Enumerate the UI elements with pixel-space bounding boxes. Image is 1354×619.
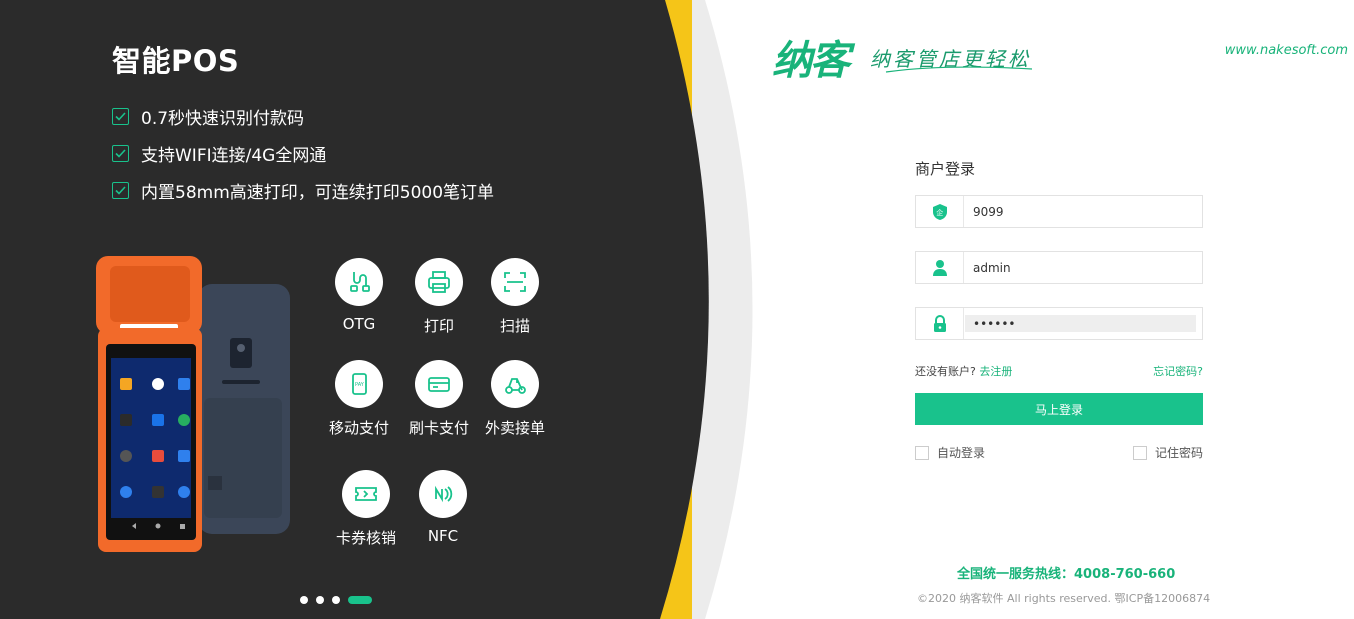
username-field <box>915 251 1203 284</box>
register-link[interactable]: 去注册 <box>979 365 1012 378</box>
feature-item: 内置58mm高速打印，可连续打印5000笔订单 <box>112 172 494 209</box>
delivery-icon <box>491 360 539 408</box>
function-mobile-pay: PAY 移动支付 <box>319 360 399 438</box>
feature-text: 内置58mm高速打印，可连续打印5000笔订单 <box>141 183 495 203</box>
auto-login-option[interactable]: 自动登录 <box>915 444 985 461</box>
no-account-text: 还没有账户? <box>915 365 976 378</box>
site-url[interactable]: www.nakesoft.com <box>1225 43 1348 58</box>
mobile-pay-icon: PAY <box>335 360 383 408</box>
merchant-field: 企 <box>915 195 1203 228</box>
function-nfc: NFC <box>403 470 483 545</box>
carousel-dot[interactable] <box>316 596 324 604</box>
register-prompt: 还没有账户? 去注册 <box>915 363 1012 379</box>
printer-icon <box>415 258 463 306</box>
nfc-icon <box>419 470 467 518</box>
auto-login-label: 自动登录 <box>937 446 986 460</box>
auto-login-checkbox[interactable] <box>915 445 929 460</box>
password-field <box>915 307 1203 340</box>
account-links: 还没有账户? 去注册 忘记密码? <box>915 363 1203 379</box>
shield-icon: 企 <box>916 196 964 227</box>
function-otg: OTG <box>319 258 399 333</box>
function-print: 打印 <box>399 258 479 336</box>
lock-icon <box>916 308 964 339</box>
brand-header: 纳客 纳客管店更轻松 <box>772 28 1033 86</box>
remember-password-label: 记住密码 <box>1154 446 1203 460</box>
login-options: 自动登录 记住密码 <box>915 444 1203 461</box>
hotline-label: 全国统一服务热线： <box>957 567 1075 582</box>
slogan-underline <box>885 66 1033 73</box>
carousel-dot[interactable] <box>332 596 340 604</box>
login-title: 商户登录 <box>915 160 976 178</box>
check-icon <box>112 108 129 125</box>
login-button[interactable]: 马上登录 <box>915 393 1203 425</box>
svg-text:PAY: PAY <box>355 382 365 388</box>
carousel-indicators <box>300 596 372 604</box>
feature-item: 支持WIFI连接/4G全网通 <box>112 135 494 172</box>
pos-device-illustration <box>96 256 290 552</box>
remember-password-checkbox[interactable] <box>1132 445 1147 460</box>
feature-list: 0.7秒快速识别付款码 支持WIFI连接/4G全网通 内置58mm高速打印，可连… <box>112 98 494 209</box>
service-hotline: 全国统一服务热线：4008-760-660 <box>957 563 1175 582</box>
carousel-dot[interactable] <box>300 596 308 604</box>
check-icon <box>112 145 129 162</box>
coupon-icon <box>342 470 390 518</box>
check-icon <box>112 182 129 199</box>
user-icon <box>916 252 964 283</box>
promo-title: 智能POS <box>112 44 240 78</box>
password-input[interactable] <box>965 315 1196 332</box>
hotline-number: 4008-760-660 <box>1074 567 1176 582</box>
copyright-text: ©2020 纳客软件 All rights reserved. 鄂ICP备120… <box>917 592 1211 605</box>
login-form: 商户登录 企 还没有账户? 去注册 忘记密码? 马上登录 自动登录 记住密码 <box>915 158 1203 461</box>
function-delivery: 外卖接单 <box>475 360 555 438</box>
scan-icon <box>491 258 539 306</box>
remember-password-option[interactable]: 记住密码 <box>1132 444 1203 461</box>
username-input[interactable] <box>964 252 1202 283</box>
brand-logo: 纳客 <box>772 38 850 84</box>
carousel-dot-active[interactable] <box>348 596 372 604</box>
card-pay-icon <box>415 360 463 408</box>
function-card-pay: 刷卡支付 <box>399 360 479 438</box>
feature-text: 0.7秒快速识别付款码 <box>141 109 305 129</box>
feature-item: 0.7秒快速识别付款码 <box>112 98 494 135</box>
function-scan: 扫描 <box>475 258 555 336</box>
forgot-password-link[interactable]: 忘记密码? <box>1153 363 1203 379</box>
feature-text: 支持WIFI连接/4G全网通 <box>141 146 327 166</box>
svg-text:企: 企 <box>936 208 943 217</box>
function-coupon: 卡券核销 <box>326 470 406 548</box>
usb-cable-icon <box>335 258 383 306</box>
merchant-input[interactable] <box>964 196 1202 227</box>
